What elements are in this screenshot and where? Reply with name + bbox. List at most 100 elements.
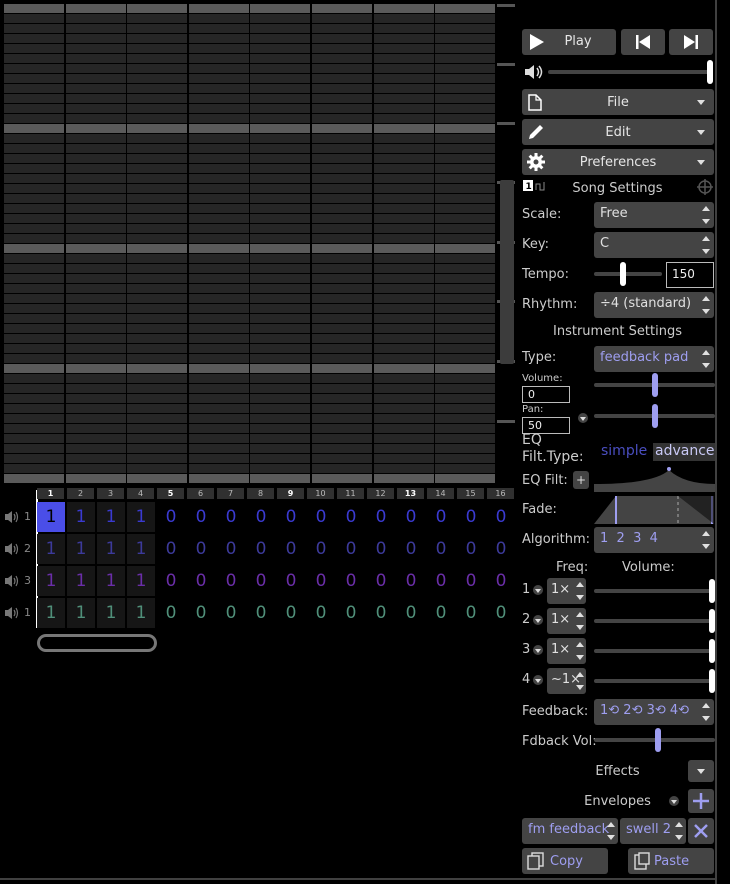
piano-roll-cell[interactable] — [65, 284, 126, 293]
piano-roll-cell[interactable] — [65, 274, 126, 283]
piano-roll-cell[interactable] — [188, 424, 249, 433]
piano-roll-cell[interactable] — [4, 164, 64, 173]
piano-roll-cell[interactable] — [4, 374, 64, 383]
piano-roll-cell[interactable] — [65, 454, 126, 463]
piano-roll-cell[interactable] — [373, 264, 434, 273]
eq-simple-option[interactable]: simple — [601, 443, 647, 459]
bar-number[interactable]: 5 — [157, 488, 184, 499]
piano-roll-cell[interactable] — [250, 424, 311, 433]
piano-roll-cell[interactable] — [65, 224, 126, 233]
operator-frequency-select[interactable]: 1× — [547, 608, 586, 634]
piano-roll-cell[interactable] — [188, 454, 249, 463]
next-bar-button[interactable] — [669, 29, 713, 55]
pattern-cell[interactable]: 0 — [187, 502, 215, 532]
speaker-icon[interactable] — [5, 542, 19, 556]
tempo-slider[interactable] — [620, 262, 626, 286]
piano-roll-cell[interactable] — [373, 4, 434, 13]
pattern-cell[interactable]: 0 — [187, 598, 215, 628]
instrument-volume-slider[interactable] — [652, 373, 658, 397]
piano-roll-cell[interactable] — [65, 194, 126, 203]
piano-roll-cell[interactable] — [435, 244, 496, 253]
pattern-cell[interactable]: 0 — [217, 598, 245, 628]
piano-roll-cell[interactable] — [250, 24, 311, 33]
piano-roll-cell[interactable] — [65, 204, 126, 213]
piano-roll-cell[interactable] — [4, 284, 64, 293]
piano-roll-cell[interactable] — [4, 14, 64, 23]
piano-roll-cell[interactable] — [65, 124, 126, 133]
piano-roll-cell[interactable] — [312, 274, 372, 283]
piano-roll-cell[interactable] — [312, 74, 372, 83]
piano-roll-cell[interactable] — [312, 454, 372, 463]
speaker-icon[interactable] — [5, 510, 19, 524]
piano-roll-cell[interactable] — [312, 64, 372, 73]
piano-roll-cell[interactable] — [65, 164, 126, 173]
algorithm-select[interactable]: 1 2 3 4 — [594, 527, 714, 553]
piano-roll-cell[interactable] — [4, 364, 64, 373]
piano-roll-cell[interactable] — [127, 394, 188, 403]
piano-roll-cell[interactable] — [188, 324, 249, 333]
piano-roll-cell[interactable] — [4, 154, 64, 163]
piano-roll-cell[interactable] — [65, 254, 126, 263]
piano-roll-cell[interactable] — [312, 84, 372, 93]
piano-roll-cell[interactable] — [373, 324, 434, 333]
piano-roll-cell[interactable] — [250, 194, 311, 203]
piano-roll-cell[interactable] — [312, 24, 372, 33]
piano-roll-cell[interactable] — [435, 134, 496, 143]
tempo-track[interactable] — [594, 272, 662, 276]
pattern-cell[interactable]: 0 — [397, 598, 425, 628]
piano-roll-cell[interactable] — [65, 324, 126, 333]
piano-roll-cell[interactable] — [250, 264, 311, 273]
piano-roll-cell[interactable] — [312, 154, 372, 163]
pattern-cell[interactable]: 0 — [277, 534, 305, 564]
piano-roll-cell[interactable] — [188, 314, 249, 323]
piano-roll-cell[interactable] — [65, 334, 126, 343]
piano-roll-cell[interactable] — [435, 184, 496, 193]
piano-roll-cell[interactable] — [4, 44, 64, 53]
piano-roll-cell[interactable] — [127, 14, 188, 23]
piano-roll-cell[interactable] — [188, 14, 249, 23]
pattern-cell[interactable]: 0 — [457, 598, 485, 628]
instrument-type-select[interactable]: feedback pad — [594, 346, 714, 372]
piano-roll-cell[interactable] — [127, 454, 188, 463]
piano-roll-cell[interactable] — [373, 74, 434, 83]
piano-roll-cell[interactable] — [188, 304, 249, 313]
piano-roll-cell[interactable] — [127, 234, 188, 243]
piano-roll-cell[interactable] — [188, 354, 249, 363]
piano-roll-cell[interactable] — [312, 54, 372, 63]
piano-roll-cell[interactable] — [312, 344, 372, 353]
piano-roll-cell[interactable] — [188, 284, 249, 293]
pattern-cell[interactable]: 0 — [457, 534, 485, 564]
play-button[interactable]: Play — [522, 29, 616, 55]
operator-frequency-select[interactable]: 1× — [547, 578, 586, 604]
piano-roll-cell[interactable] — [435, 434, 496, 443]
piano-roll-cell[interactable] — [312, 354, 372, 363]
piano-roll-cell[interactable] — [65, 414, 126, 423]
piano-roll-cell[interactable] — [312, 204, 372, 213]
piano-roll-cell[interactable] — [127, 244, 188, 253]
piano-roll-cell[interactable] — [373, 344, 434, 353]
pattern-cell[interactable]: 0 — [247, 566, 275, 596]
piano-roll-cell[interactable] — [373, 384, 434, 393]
pattern-cell[interactable]: 0 — [397, 566, 425, 596]
piano-roll-cell[interactable] — [373, 304, 434, 313]
piano-roll-cell[interactable] — [373, 444, 434, 453]
piano-roll-cell[interactable] — [188, 344, 249, 353]
bar-number[interactable]: 15 — [457, 488, 484, 499]
bar-number[interactable]: 7 — [217, 488, 244, 499]
piano-roll-cell[interactable] — [4, 384, 64, 393]
piano-roll-cell[interactable] — [250, 184, 311, 193]
previous-bar-button[interactable] — [621, 29, 665, 55]
piano-roll-cell[interactable] — [435, 164, 496, 173]
pattern-cell[interactable]: 0 — [157, 598, 185, 628]
piano-roll-cell[interactable] — [435, 234, 496, 243]
bar-number[interactable]: 9 — [277, 488, 304, 499]
pattern-cell[interactable]: 0 — [487, 534, 515, 564]
piano-roll-cell[interactable] — [250, 244, 311, 253]
piano-roll-cell[interactable] — [127, 474, 188, 483]
piano-roll-cell[interactable] — [65, 314, 126, 323]
pattern-cell[interactable]: 0 — [367, 534, 395, 564]
piano-roll-cell[interactable] — [435, 104, 496, 113]
feedback-select[interactable]: 1⟲ 2⟲ 3⟲ 4⟲ — [594, 699, 714, 725]
preferences-menu[interactable]: Preferences — [522, 149, 714, 175]
piano-roll-cell[interactable] — [4, 104, 64, 113]
